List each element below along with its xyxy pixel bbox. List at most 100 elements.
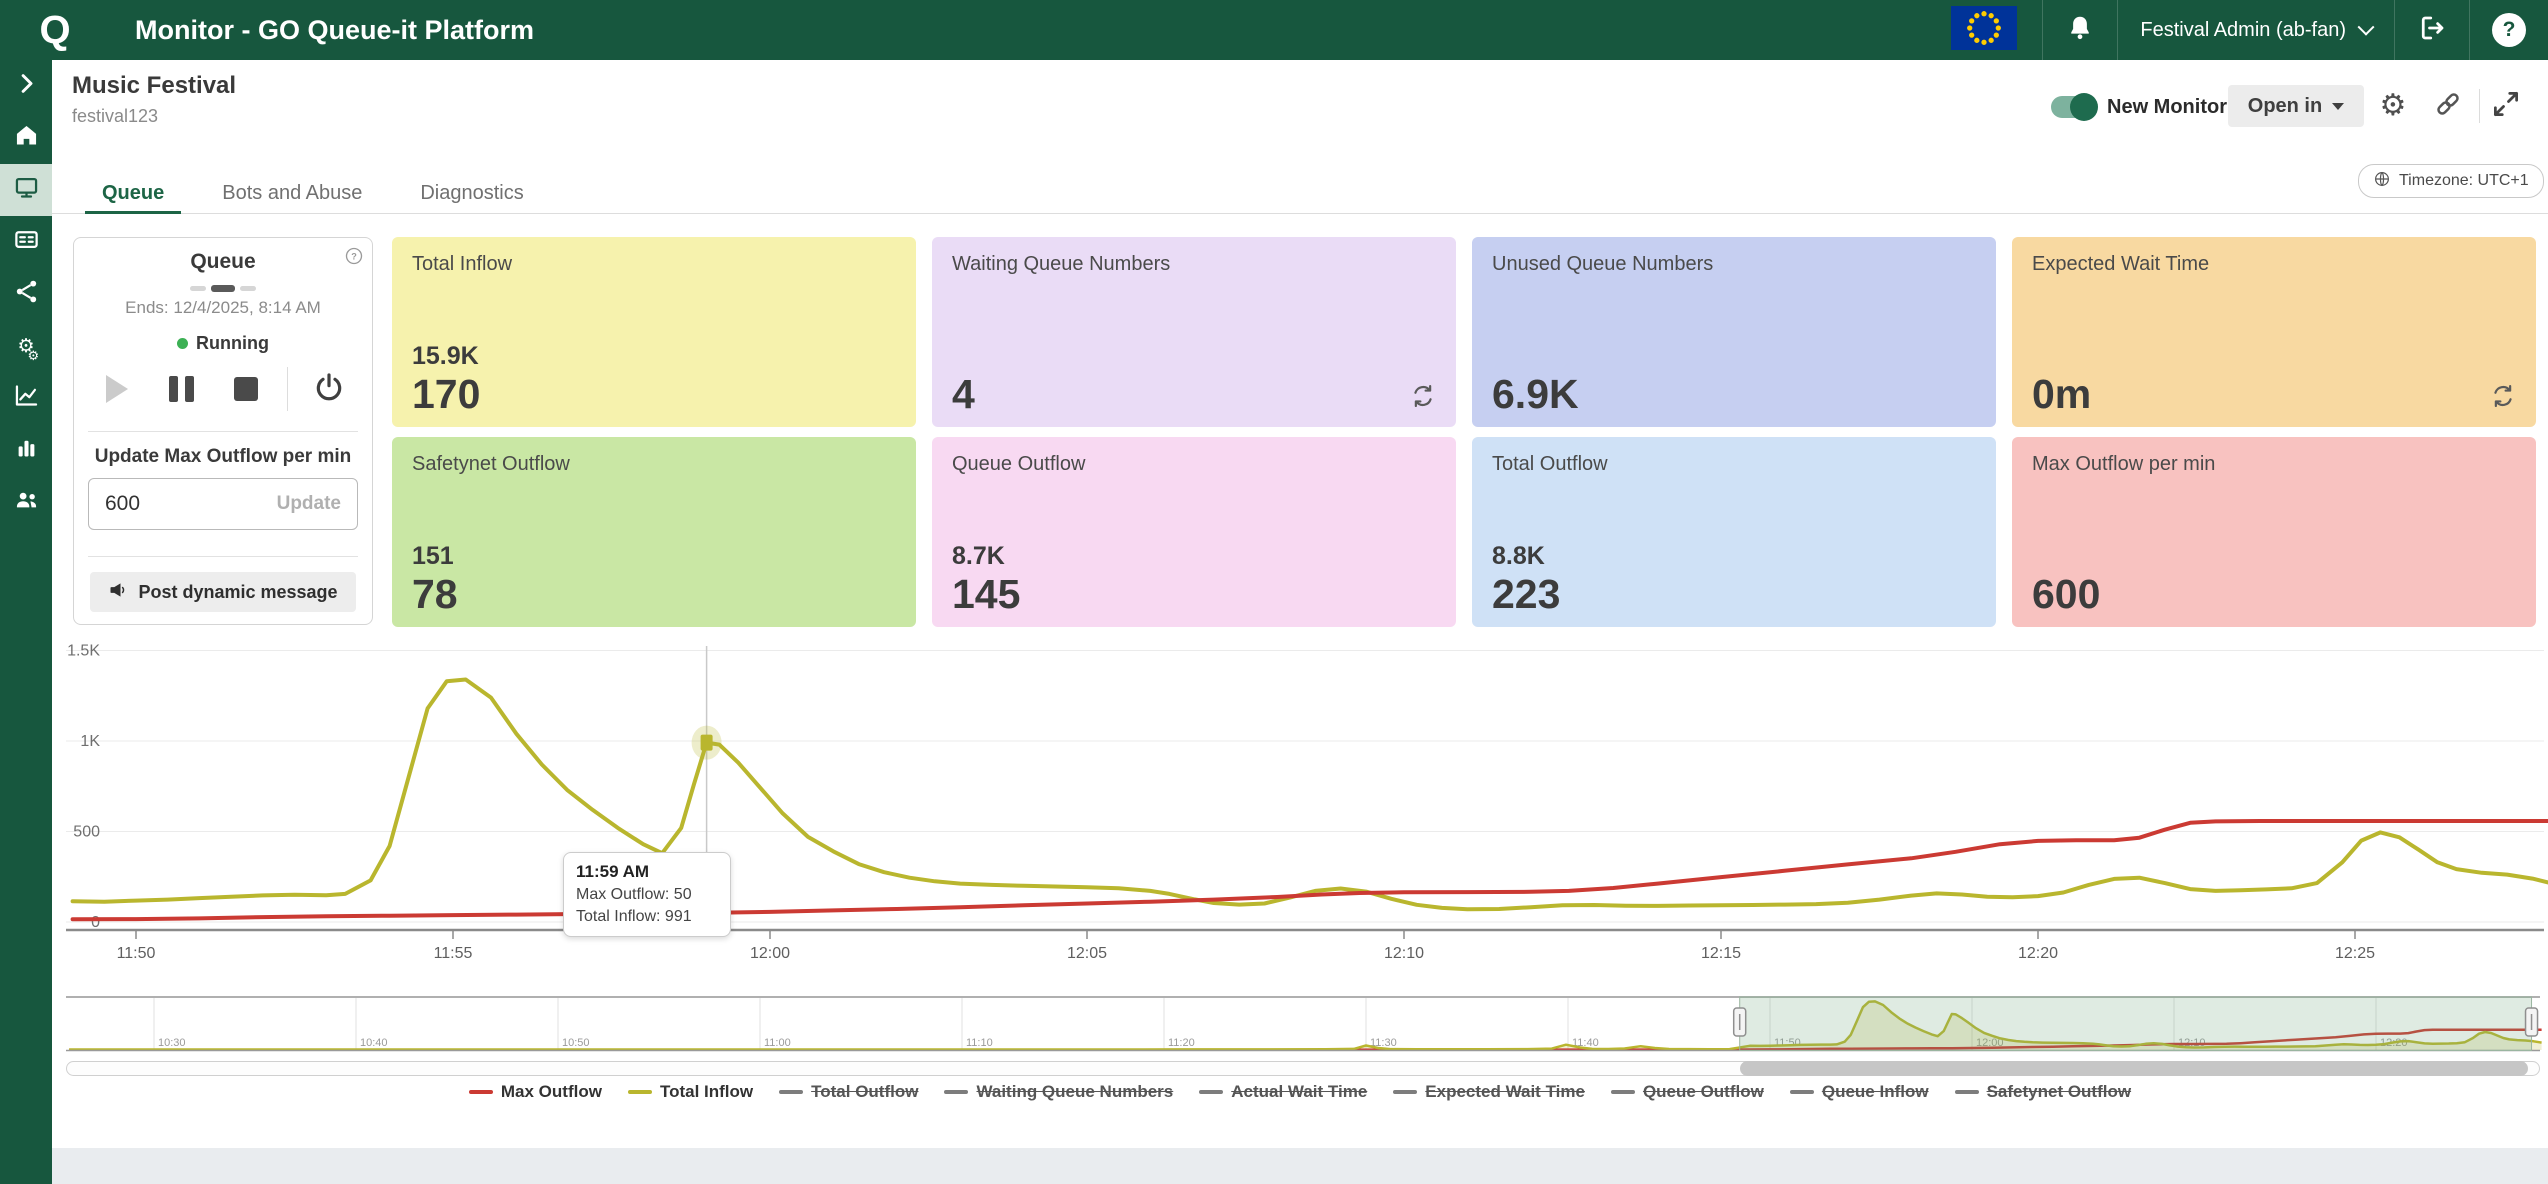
card-label: Total Inflow [412,253,512,276]
user-menu[interactable]: Festival Admin (ab-fan) [2118,0,2394,60]
panel-divider [88,556,358,557]
status-label: Running [196,333,269,354]
help-circle-icon[interactable]: ? [344,246,364,266]
fullscreen-button[interactable] [2490,90,2522,122]
sidebar-item-panel-list[interactable] [0,216,52,268]
new-monitor-label: New Monitor [2107,96,2227,119]
legend-dash-icon [944,1090,968,1094]
sidebar-item-home[interactable] [0,112,52,164]
legend-item-expected-wait-time[interactable]: Expected Wait Time [1393,1082,1585,1102]
sidebar-item-users[interactable] [0,476,52,528]
card-label: Waiting Queue Numbers [952,253,1170,276]
link-icon [2433,89,2463,124]
update-button[interactable]: Update [277,493,357,515]
legend-item-waiting-queue-numbers[interactable]: Waiting Queue Numbers [944,1082,1173,1102]
queueit-logo-icon[interactable]: Q [30,6,80,54]
card-primary-value: 6.9K [1492,374,1579,415]
stop-icon [234,377,258,401]
svg-text:12:20: 12:20 [2018,945,2058,962]
legend-item-max-outflow[interactable]: Max Outflow [469,1082,602,1102]
svg-text:10:40: 10:40 [360,1037,388,1049]
chart-scrollbar-thumb[interactable] [1740,1061,2528,1076]
max-outflow-input[interactable] [89,491,277,517]
share-nodes-icon [13,278,40,310]
range-handle[interactable] [1734,1008,1746,1036]
svg-text:12:25: 12:25 [2335,945,2375,962]
queue-metrics-chart[interactable]: 05001K1.5K11:5011:5512:0012:0512:1012:15… [52,640,2548,976]
tooltip-rows: Max Outflow: 50Total Inflow: 991 [576,884,718,927]
card-primary-value: 0m [2032,374,2091,415]
settings-gear-button[interactable]: ⚙ [2377,90,2409,122]
logout-button[interactable] [2395,0,2469,60]
refresh-button[interactable] [2490,383,2516,409]
legend-dash-icon [469,1090,493,1094]
legend-label: Expected Wait Time [1425,1082,1585,1102]
tooltip-row: Total Inflow: 991 [576,906,718,928]
tab-bots-and-abuse[interactable]: Bots and Abuse [205,178,379,214]
card-label: Unused Queue Numbers [1492,253,1713,276]
svg-text:11:50: 11:50 [117,945,156,962]
stat-card-total-outflow: Total Outflow8.8K223 [1472,437,1996,627]
sidebar-item-gears[interactable]: ⚙⚙ [0,320,52,372]
legend-dash-icon [1790,1090,1814,1094]
card-primary-value: 600 [2032,574,2100,615]
svg-text:10:30: 10:30 [158,1037,186,1049]
card-secondary-value: 8.8K [1492,542,1560,571]
open-in-button[interactable]: Open in [2228,85,2364,127]
new-monitor-toggle[interactable] [2051,96,2095,118]
card-primary-value: 170 [412,374,480,415]
legend-item-queue-inflow[interactable]: Queue Inflow [1790,1082,1929,1102]
svg-text:1.5K: 1.5K [67,643,100,660]
card-primary-value: 145 [952,574,1020,615]
bar-chart-icon [13,434,40,466]
card-label: Max Outflow per min [2032,453,2215,476]
megaphone-icon [108,580,128,605]
legend-item-total-inflow[interactable]: Total Inflow [628,1082,753,1102]
timezone-badge[interactable]: Timezone: UTC+1 [2358,164,2544,198]
notifications-button[interactable] [2043,0,2117,60]
sidebar-item-monitor[interactable] [0,164,52,216]
main-panel: Music Festival festival123 New Monitor O… [52,60,2548,1148]
play-icon [106,375,128,403]
legend-dash-icon [1955,1090,1979,1094]
stop-button[interactable] [223,366,269,412]
tab-diagnostics[interactable]: Diagnostics [403,178,540,214]
svg-text:12:15: 12:15 [1701,945,1741,962]
sidebar-item-share-nodes[interactable] [0,268,52,320]
stat-cards: Total Inflow15.9K170Waiting Queue Number… [392,237,2536,627]
legend-item-queue-outflow[interactable]: Queue Outflow [1611,1082,1764,1102]
queue-controls [94,366,352,412]
pause-button[interactable] [158,366,204,412]
card-primary-value: 4 [952,374,975,415]
card-label: Expected Wait Time [2032,253,2209,276]
card-label: Queue Outflow [952,453,1085,476]
legend-label: Max Outflow [501,1082,602,1102]
play-button[interactable] [94,366,140,412]
stat-card-queue-outflow: Queue Outflow8.7K145 [932,437,1456,627]
power-button[interactable] [306,366,352,412]
legend-item-total-outflow[interactable]: Total Outflow [779,1082,918,1102]
svg-text:10:50: 10:50 [562,1037,590,1049]
refresh-button[interactable] [1410,383,1436,409]
sidebar-item-bar-chart[interactable] [0,424,52,476]
chart-range-selector[interactable]: 10:3010:4010:5011:0011:1011:2011:3011:40… [52,995,2548,1059]
copy-link-button[interactable] [2432,90,2464,122]
card-label: Total Outflow [1492,453,1608,476]
legend-label: Actual Wait Time [1231,1082,1367,1102]
open-in-label: Open in [2248,95,2322,118]
help-button[interactable]: ? [2470,0,2548,60]
legend-dash-icon [628,1090,652,1094]
legend-item-actual-wait-time[interactable]: Actual Wait Time [1199,1082,1367,1102]
sidebar-item-chevron-right[interactable] [0,60,52,112]
range-handle[interactable] [2526,1008,2538,1036]
legend-item-safetynet-outflow[interactable]: Safetynet Outflow [1955,1082,2132,1102]
pause-icon [169,376,194,402]
controls-divider [287,367,288,411]
tab-queue[interactable]: Queue [85,178,181,214]
sidebar-item-line-chart[interactable] [0,372,52,424]
language-flag-button[interactable] [1926,0,2042,60]
svg-text:11:00: 11:00 [764,1037,791,1049]
header-divider [2479,89,2480,123]
post-dynamic-message-button[interactable]: Post dynamic message [90,572,356,612]
legend-label: Total Outflow [811,1082,918,1102]
